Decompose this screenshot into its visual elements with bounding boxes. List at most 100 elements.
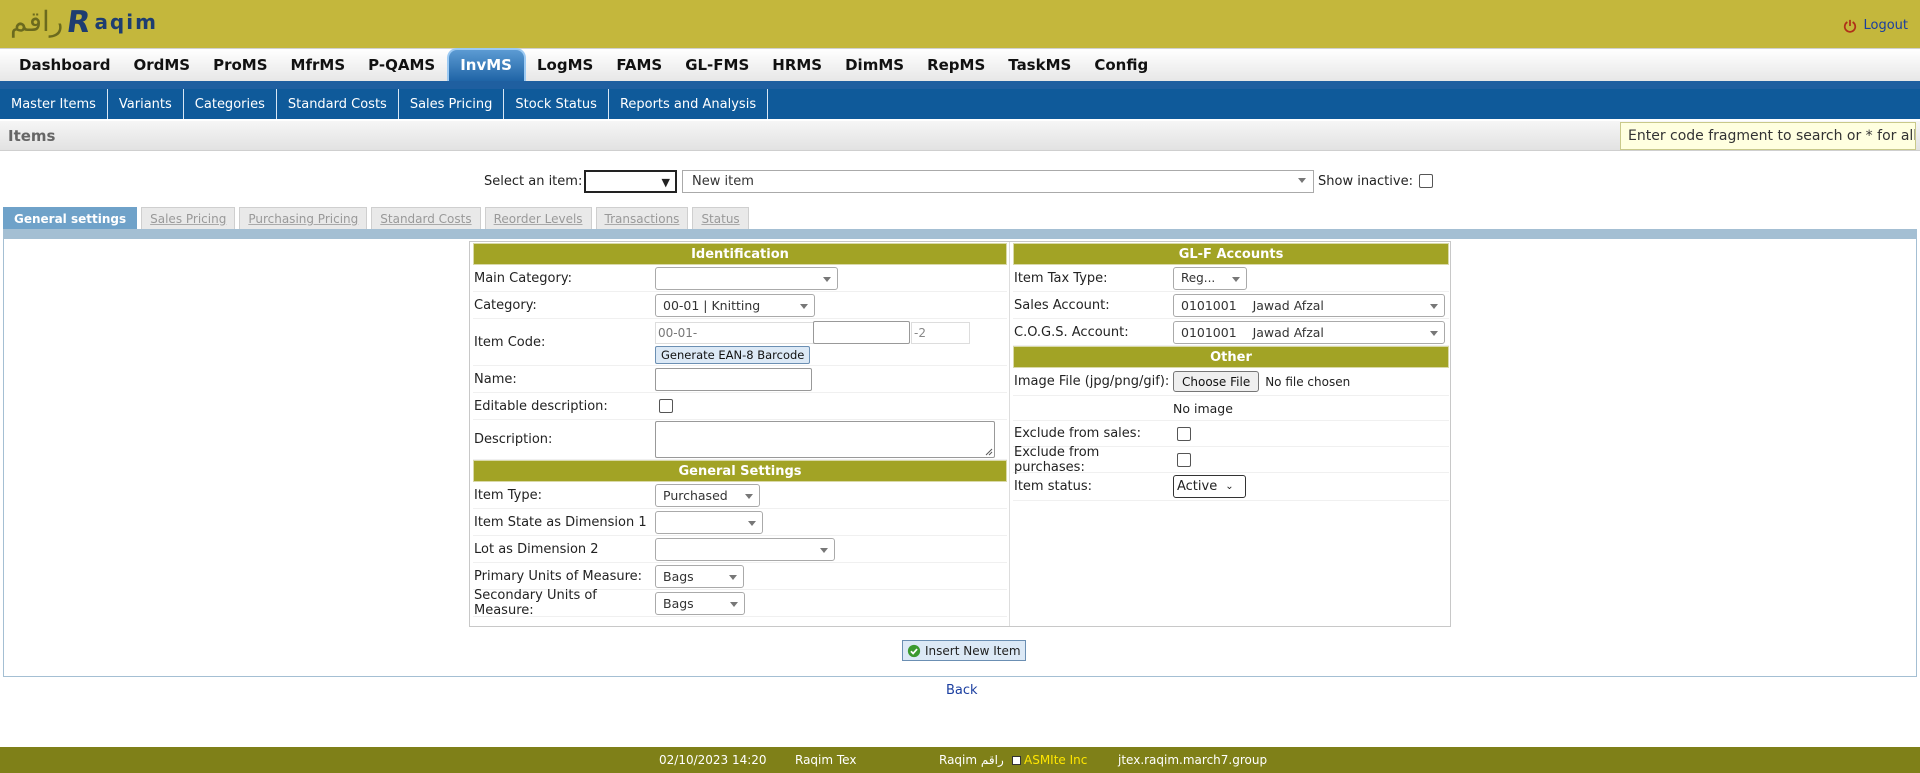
primary-uom-select[interactable]: Bags [655,564,744,588]
exclude-purchases-checkbox[interactable] [1177,452,1191,467]
item-tax-type-select[interactable]: Reg... [1173,266,1247,290]
name-row: Name: [473,366,1007,393]
item-type-label: Item Type: [474,487,542,503]
cogs-account-row: C.O.G.S. Account: 0101001 Jawad Afzal [1013,319,1449,346]
app-header: راقم R aqim Logout [0,0,1920,48]
logout-link[interactable]: Logout [1843,18,1908,33]
category-select[interactable]: 00-01 | Knitting [655,293,815,317]
subnav-stock-status[interactable]: Stock Status [504,89,609,119]
main-category-label: Main Category: [474,270,572,286]
footer-company: Raqim Tex [795,753,857,767]
tab-taskms[interactable]: TaskMS [997,48,1083,81]
tab-status[interactable]: Status [692,207,749,230]
subnav-categories[interactable]: Categories [184,89,277,119]
item-type-row: Item Type: Purchased [473,482,1007,509]
cogs-account-select[interactable]: 0101001 Jawad Afzal [1173,320,1445,344]
no-file-chosen-label: No file chosen [1265,374,1351,389]
tab-reorder-levels[interactable]: Reorder Levels [484,207,592,230]
sub-nav: Master Items Variants Categories Standar… [0,89,1920,119]
item-status-label: Item status: [1014,479,1093,494]
cogs-account-value: 0101001 Jawad Afzal [1181,324,1324,340]
dimension2-select[interactable] [655,537,835,561]
tab-dashboard[interactable]: Dashboard [8,48,122,81]
item-tax-type-value: Reg... [1181,271,1216,285]
item-code-search-input[interactable]: ▼ [584,170,677,193]
main-category-row: Main Category: [473,265,1007,292]
item-status-row: Item status: Active ⌄ [1013,473,1449,501]
identification-header: Identification [473,243,1007,265]
tab-config[interactable]: Config [1083,48,1160,81]
tab-dimms[interactable]: DimMS [834,48,916,81]
item-select-value: New item [692,174,754,189]
chevron-down-icon [729,574,737,580]
show-inactive-label: Show inactive: [1318,174,1413,189]
chevron-down-icon [1430,330,1438,336]
raqim-logo[interactable]: راقم R aqim [10,4,158,40]
editable-description-checkbox[interactable] [659,399,673,413]
tab-sales-pricing[interactable]: Sales Pricing [141,207,236,230]
search-hint-tooltip: Enter code fragment to search or * for a… [1620,122,1916,150]
tab-glfms[interactable]: GL-FMS [674,48,761,81]
subnav-master-items[interactable]: Master Items [0,89,108,119]
chevron-down-icon: ⌄ [1225,481,1234,492]
tab-invms[interactable]: InvMS [447,48,526,81]
cogs-account-label: C.O.G.S. Account: [1014,324,1129,340]
tab-standard-costs[interactable]: Standard Costs [371,207,481,230]
secondary-uom-label: Secondary Units of Measure: [474,588,597,618]
editable-description-label: Editable description: [474,398,608,414]
subnav-standard-costs[interactable]: Standard Costs [277,89,399,119]
image-file-label: Image File (jpg/png/gif): [1014,374,1170,389]
item-code-input[interactable] [813,321,910,344]
item-type-select[interactable]: Purchased [655,483,760,507]
description-label: Description: [474,432,553,447]
check-circle-icon [907,644,921,657]
tab-proms[interactable]: ProMS [202,48,279,81]
tab-fams[interactable]: FAMS [605,48,674,81]
subnav-variants[interactable]: Variants [108,89,184,119]
insert-new-item-button[interactable]: Insert New Item [902,640,1026,661]
logo-word: aqim [94,10,158,34]
exclude-sales-checkbox[interactable] [1177,426,1191,441]
tab-hrms[interactable]: HRMS [761,48,834,81]
main-nav: Dashboard OrdMS ProMS MfrMS P-QAMS InvMS… [0,48,1920,81]
editable-description-row: Editable description: [473,393,1007,420]
footer-vendor-link[interactable]: ASMIte Inc [1012,753,1087,767]
back-link[interactable]: Back [946,683,978,698]
logo-english-text: R aqim [65,5,158,40]
logo-arabic-text: راقم [10,5,64,38]
subnav-reports-analysis[interactable]: Reports and Analysis [609,89,769,119]
tab-general-settings[interactable]: General settings [3,207,138,231]
primary-uom-label: Primary Units of Measure: [474,568,643,584]
item-code-row: Item Code: 00-01- -2 Generate EAN-8 Barc… [473,319,1007,366]
name-input[interactable] [655,367,812,391]
tab-transactions[interactable]: Transactions [595,207,689,230]
tab-logms[interactable]: LogMS [526,48,605,81]
item-code-label: Item Code: [474,334,546,350]
footer: 02/10/2023 14:20 Raqim Tex Raqim راقم AS… [0,747,1920,773]
select-item-label: Select an item: [484,174,583,189]
dimension1-select[interactable] [655,510,763,534]
choose-file-button[interactable]: Choose File [1173,371,1260,392]
secondary-uom-row: Secondary Units of Measure: Bags [473,588,1007,618]
tab-repms[interactable]: RepMS [916,48,997,81]
item-tax-type-label: Item Tax Type: [1014,270,1108,286]
tab-pqams[interactable]: P-QAMS [357,48,447,81]
tab-purchasing-pricing[interactable]: Purchasing Pricing [239,207,368,230]
subnav-sales-pricing[interactable]: Sales Pricing [399,89,505,119]
secondary-uom-select[interactable]: Bags [655,591,745,615]
show-inactive-checkbox[interactable] [1419,174,1433,188]
chevron-down-icon [820,547,828,553]
footer-datetime: 02/10/2023 14:20 [659,753,767,767]
generate-barcode-button[interactable]: Generate EAN-8 Barcode [655,345,811,364]
item-status-select[interactable]: Active ⌄ [1173,475,1246,498]
exclude-sales-row: Exclude from sales: [1013,421,1449,447]
sales-account-select[interactable]: 0101001 Jawad Afzal [1173,293,1445,317]
sales-account-value: 0101001 Jawad Afzal [1181,297,1324,313]
primary-uom-value: Bags [663,568,694,584]
item-select-dropdown[interactable]: New item [682,170,1314,193]
power-icon [1844,19,1857,33]
main-category-select[interactable] [655,266,838,290]
description-textarea[interactable] [655,421,995,458]
tab-ordms[interactable]: OrdMS [122,48,202,81]
tab-mfrms[interactable]: MfrMS [280,48,358,81]
